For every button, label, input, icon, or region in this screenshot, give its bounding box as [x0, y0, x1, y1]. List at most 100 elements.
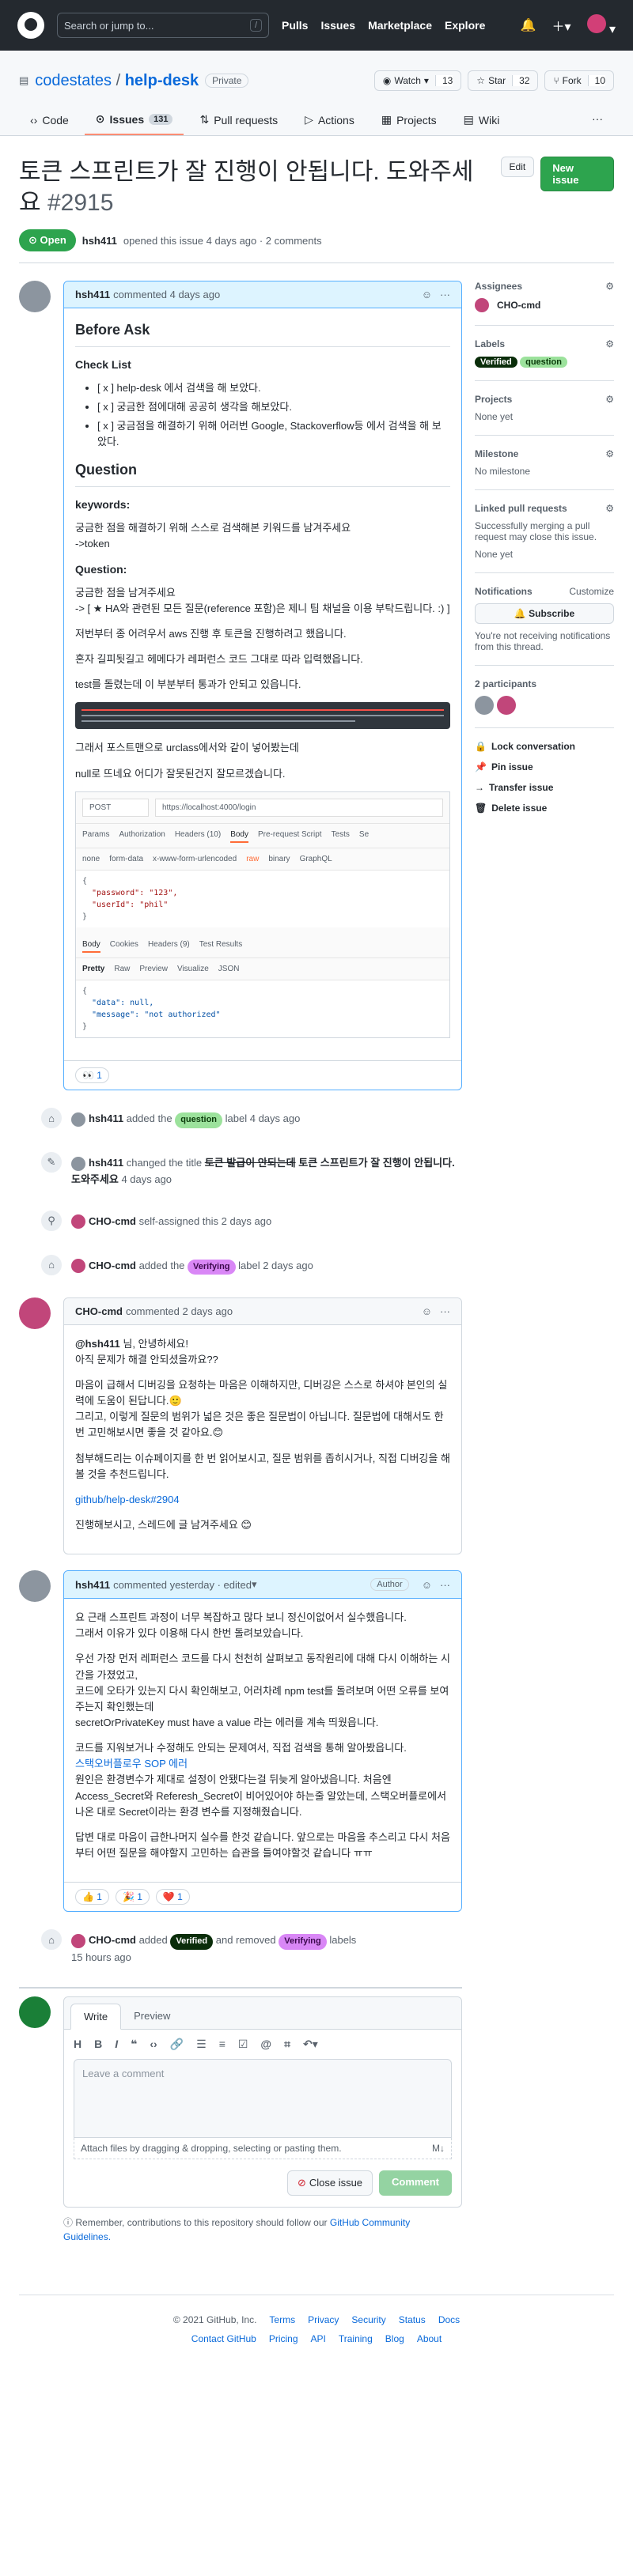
nav-explore[interactable]: Explore: [445, 19, 485, 32]
tab-preview[interactable]: Preview: [121, 2004, 183, 2029]
footer-link[interactable]: Contact GitHub: [191, 2333, 256, 2344]
event-user[interactable]: CHO-cmd: [89, 1260, 136, 1271]
pin-issue-button[interactable]: 📌 Pin issue: [475, 761, 614, 772]
issue-author-link[interactable]: hsh411: [82, 235, 117, 247]
label-verifying[interactable]: Verifying: [188, 1259, 236, 1275]
tab-write[interactable]: Write: [70, 2003, 122, 2030]
avatar[interactable]: [19, 1297, 51, 1329]
list-ordered-icon[interactable]: ≡: [219, 2038, 226, 2051]
link-icon[interactable]: 🔗: [170, 2038, 184, 2051]
gear-icon[interactable]: ⚙: [605, 503, 614, 514]
nav-pulls[interactable]: Pulls: [282, 19, 308, 32]
tab-actions[interactable]: ▷ Actions: [294, 104, 366, 135]
gear-icon[interactable]: ⚙: [605, 448, 614, 459]
repo-name-link[interactable]: help-desk: [125, 72, 199, 89]
transfer-issue-button[interactable]: → Transfer issue: [475, 782, 614, 793]
lock-conversation-button[interactable]: 🔒 Lock conversation: [475, 741, 614, 752]
reaction-eyes[interactable]: 👀 1: [75, 1067, 109, 1084]
avatar[interactable]: [19, 1570, 51, 1603]
kebab-icon[interactable]: ···: [440, 1305, 450, 1317]
heading-icon[interactable]: H: [74, 2038, 81, 2051]
kebab-icon[interactable]: ···: [440, 1579, 450, 1591]
footer-link[interactable]: About: [417, 2333, 442, 2344]
label-verified[interactable]: Verified: [170, 1934, 214, 1950]
footer-link[interactable]: Security: [351, 2314, 385, 2325]
footer-link[interactable]: Terms: [269, 2314, 295, 2325]
avatar[interactable]: [497, 696, 516, 715]
close-issue-button[interactable]: ⊘ Close issue: [286, 2170, 373, 2196]
attach-hint[interactable]: Attach files by dragging & dropping, sel…: [81, 2143, 342, 2154]
repo-owner-link[interactable]: codestates: [35, 72, 112, 89]
smiley-icon[interactable]: ☺: [422, 1579, 432, 1591]
tab-issues[interactable]: ⊙ Issues 131: [84, 104, 184, 135]
watch-button[interactable]: ◉ Watch ▾ 13: [373, 70, 462, 91]
comment-button[interactable]: Comment: [379, 2170, 452, 2196]
plus-icon[interactable]: ＋▾: [552, 16, 570, 35]
footer-link[interactable]: Status: [399, 2314, 426, 2325]
event-user[interactable]: CHO-cmd: [89, 1215, 136, 1227]
nav-issues[interactable]: Issues: [320, 19, 355, 32]
footer-link[interactable]: Privacy: [308, 2314, 339, 2325]
event-user[interactable]: hsh411: [89, 1157, 123, 1169]
fork-button[interactable]: ⑂ Fork 10: [544, 70, 614, 91]
tab-wiki[interactable]: ▤ Wiki: [453, 104, 511, 135]
smiley-icon[interactable]: ☺: [422, 1305, 432, 1317]
mention-icon[interactable]: @: [260, 2038, 271, 2051]
event-user[interactable]: CHO-cmd: [89, 1934, 136, 1946]
comment-author[interactable]: hsh411: [75, 1579, 110, 1591]
comment-textarea[interactable]: Leave a comment: [74, 2058, 452, 2138]
star-button[interactable]: ☆ Star 32: [468, 70, 539, 91]
avatar[interactable]: [19, 281, 51, 312]
reaction-heart[interactable]: ❤️ 1: [155, 1889, 190, 1906]
reaction-thumbs-up[interactable]: 👍 1: [75, 1889, 109, 1906]
nav-marketplace[interactable]: Marketplace: [368, 19, 432, 32]
gear-icon[interactable]: ⚙: [605, 281, 614, 292]
quote-icon[interactable]: ❝: [131, 2038, 137, 2051]
customize-link[interactable]: Customize: [569, 586, 614, 597]
mention-link[interactable]: @hsh411: [75, 1338, 120, 1350]
comment-author[interactable]: CHO-cmd: [75, 1305, 123, 1317]
github-logo-icon[interactable]: [17, 12, 44, 39]
edit-button[interactable]: Edit: [500, 157, 535, 177]
avatar[interactable]: [475, 696, 494, 715]
footer-link[interactable]: Docs: [438, 2314, 460, 2325]
footer-link[interactable]: API: [311, 2333, 326, 2344]
delete-issue-button[interactable]: 🗑 Delete issue: [475, 803, 614, 814]
footer-link[interactable]: Blog: [385, 2333, 404, 2344]
kebab-icon[interactable]: ···: [581, 104, 614, 135]
code-icon[interactable]: ‹›: [150, 2038, 157, 2051]
subscribe-button[interactable]: 🔔 Subscribe: [475, 603, 614, 624]
tasklist-icon[interactable]: ☑: [238, 2038, 248, 2051]
smiley-icon[interactable]: ☺: [422, 289, 432, 300]
italic-icon[interactable]: I: [115, 2038, 118, 2051]
kebab-icon[interactable]: ···: [440, 289, 450, 300]
event-user[interactable]: hsh411: [89, 1112, 123, 1124]
assignee-name[interactable]: CHO-cmd: [497, 300, 540, 311]
search-input[interactable]: Search or jump to... /: [57, 13, 269, 38]
gear-icon[interactable]: ⚙: [605, 394, 614, 405]
footer-link[interactable]: Training: [339, 2333, 373, 2344]
new-issue-button[interactable]: New issue: [540, 157, 614, 191]
tab-projects[interactable]: ▦ Projects: [370, 104, 448, 135]
markdown-icon[interactable]: M↓: [432, 2143, 445, 2154]
tag-icon: ⌂: [40, 1928, 63, 1952]
bell-icon[interactable]: 🔔: [521, 17, 536, 33]
reference-icon[interactable]: ⌗: [284, 2038, 290, 2051]
stackoverflow-link[interactable]: 스택오버플로우 SOP 에러: [75, 1758, 188, 1770]
label-verified[interactable]: Verified: [475, 357, 517, 368]
bold-icon[interactable]: B: [94, 2038, 102, 2051]
trash-icon: 🗑: [475, 803, 487, 814]
label-question[interactable]: question: [520, 357, 567, 368]
avatar-menu[interactable]: ▾: [586, 13, 616, 37]
issue-link[interactable]: github/help-desk#2904: [75, 1494, 180, 1505]
tab-pull-requests[interactable]: ⇅ Pull requests: [188, 104, 289, 135]
list-unordered-icon[interactable]: ☰: [196, 2038, 207, 2051]
footer-link[interactable]: Pricing: [269, 2333, 298, 2344]
gear-icon[interactable]: ⚙: [605, 338, 614, 349]
reply-icon[interactable]: ↶▾: [303, 2038, 318, 2051]
tab-code[interactable]: ‹› Code: [19, 104, 80, 135]
label-verifying[interactable]: Verifying: [279, 1934, 327, 1950]
comment-author[interactable]: hsh411: [75, 289, 110, 300]
reaction-hooray[interactable]: 🎉 1: [115, 1889, 150, 1906]
label-question[interactable]: question: [175, 1112, 223, 1128]
